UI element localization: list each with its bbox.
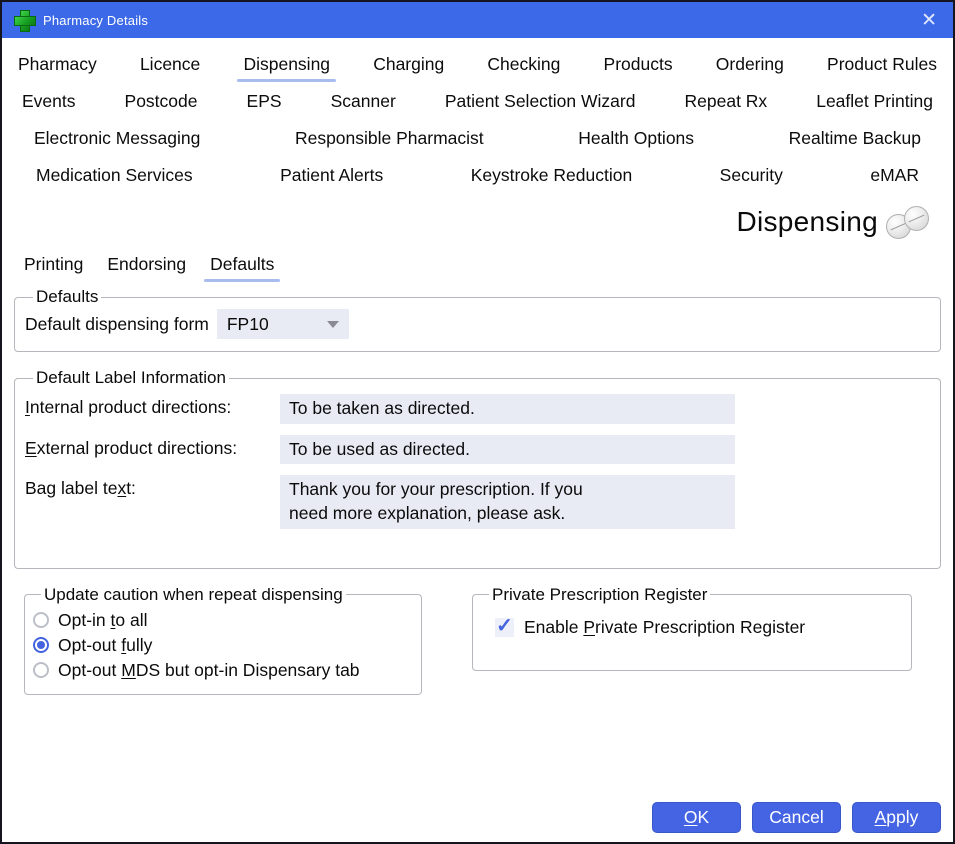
tab-dispensing[interactable]: Dispensing xyxy=(243,54,330,75)
tab-events[interactable]: Events xyxy=(22,91,76,112)
tab-emar[interactable]: eMAR xyxy=(870,165,919,186)
tab-licence[interactable]: Licence xyxy=(140,54,200,75)
radio-opt-in-to-all[interactable]: Opt-in to all xyxy=(33,610,413,631)
label-info-legend: Default Label Information xyxy=(33,368,229,388)
dispensing-form-label: Default dispensing form xyxy=(25,314,209,335)
dispensing-form-row: Default dispensing form FP10 xyxy=(25,309,930,339)
titlebar: Pharmacy Details ✕ xyxy=(2,2,953,38)
checkbox-label: Enable Private Prescription Register xyxy=(524,617,805,638)
sub-tabs: Printing Endorsing Defaults xyxy=(24,254,953,275)
radio-label: Opt-in to all xyxy=(58,610,148,631)
radio-button[interactable] xyxy=(33,662,49,678)
tab-realtime-backup[interactable]: Realtime Backup xyxy=(789,128,921,149)
check-icon: ✓ xyxy=(496,616,513,636)
page-title: Dispensing xyxy=(736,206,878,238)
tab-patient-selection-wizard[interactable]: Patient Selection Wizard xyxy=(445,91,636,112)
radio-opt-out-fully[interactable]: Opt-out fully xyxy=(33,635,413,656)
subtab-endorsing[interactable]: Endorsing xyxy=(107,254,186,275)
private-rx-groupbox: Private Prescription Register ✓ Enable P… xyxy=(472,585,912,671)
tab-row-4: Medication Services Patient Alerts Keyst… xyxy=(2,157,953,194)
tab-responsible-pharmacist[interactable]: Responsible Pharmacist xyxy=(295,128,484,149)
bag-label-label: Bag label text: xyxy=(25,475,280,499)
internal-directions-label: Internal product directions: xyxy=(25,394,280,418)
tab-row-3: Electronic Messaging Responsible Pharmac… xyxy=(2,120,953,157)
dispensing-form-dropdown[interactable]: FP10 xyxy=(217,309,349,339)
defaults-groupbox: Defaults Default dispensing form FP10 xyxy=(14,287,941,352)
defaults-legend: Defaults xyxy=(33,287,101,307)
close-icon[interactable]: ✕ xyxy=(917,11,941,30)
bag-label-row: Bag label text: Thank you for your presc… xyxy=(25,475,930,528)
subtab-defaults[interactable]: Defaults xyxy=(210,254,274,275)
tab-electronic-messaging[interactable]: Electronic Messaging xyxy=(34,128,200,149)
external-directions-label: External product directions: xyxy=(25,435,280,459)
tab-ordering[interactable]: Ordering xyxy=(716,54,784,75)
tab-row-1: Pharmacy Licence Dispensing Charging Che… xyxy=(2,46,953,83)
bottom-groups: Update caution when repeat dispensing Op… xyxy=(24,585,931,695)
tab-charging[interactable]: Charging xyxy=(373,54,444,75)
tab-repeat-rx[interactable]: Repeat Rx xyxy=(685,91,768,112)
ok-button[interactable]: OK xyxy=(652,802,741,833)
internal-directions-row: Internal product directions: To be taken… xyxy=(25,394,930,424)
pharmacy-details-dialog: Pharmacy Details ✕ Pharmacy Licence Disp… xyxy=(0,0,955,844)
tab-medication-services[interactable]: Medication Services xyxy=(36,165,193,186)
radio-button[interactable] xyxy=(33,612,49,628)
tab-products[interactable]: Products xyxy=(604,54,673,75)
subtab-printing[interactable]: Printing xyxy=(24,254,83,275)
tab-security[interactable]: Security xyxy=(720,165,783,186)
tab-patient-alerts[interactable]: Patient Alerts xyxy=(280,165,383,186)
checkbox[interactable]: ✓ xyxy=(495,618,514,637)
private-rx-legend: Private Prescription Register xyxy=(489,585,710,605)
tab-pharmacy[interactable]: Pharmacy xyxy=(18,54,97,75)
button-bar: OK Cancel Apply xyxy=(652,802,941,833)
tab-checking[interactable]: Checking xyxy=(487,54,560,75)
enable-private-rx-row[interactable]: ✓ Enable Private Prescription Register xyxy=(495,617,903,638)
internal-directions-input[interactable]: To be taken as directed. xyxy=(280,394,735,424)
dispensing-form-value: FP10 xyxy=(227,314,269,335)
external-directions-input[interactable]: To be used as directed. xyxy=(280,435,735,465)
page-heading: Dispensing xyxy=(2,206,929,238)
apply-button[interactable]: Apply xyxy=(852,802,941,833)
tab-eps[interactable]: EPS xyxy=(247,91,282,112)
chevron-down-icon xyxy=(327,321,339,328)
radio-label: Opt-out fully xyxy=(58,635,152,656)
main-tabs: Pharmacy Licence Dispensing Charging Che… xyxy=(2,38,953,194)
window-title: Pharmacy Details xyxy=(43,13,148,28)
external-directions-row: External product directions: To be used … xyxy=(25,435,930,465)
radio-opt-out-mds[interactable]: Opt-out MDS but opt-in Dispensary tab xyxy=(33,660,413,681)
bag-label-textarea[interactable]: Thank you for your prescription. If you … xyxy=(280,475,735,528)
pill-icon xyxy=(904,206,929,231)
tab-postcode[interactable]: Postcode xyxy=(125,91,198,112)
tab-row-2: Events Postcode EPS Scanner Patient Sele… xyxy=(2,83,953,120)
update-caution-groupbox: Update caution when repeat dispensing Op… xyxy=(24,585,422,695)
tab-product-rules[interactable]: Product Rules xyxy=(827,54,937,75)
update-caution-legend: Update caution when repeat dispensing xyxy=(41,585,346,605)
radio-button[interactable] xyxy=(33,637,49,653)
tab-leaflet-printing[interactable]: Leaflet Printing xyxy=(816,91,933,112)
green-cross-app-icon xyxy=(14,10,34,30)
cancel-button[interactable]: Cancel xyxy=(752,802,841,833)
radio-label: Opt-out MDS but opt-in Dispensary tab xyxy=(58,660,360,681)
pills-icon xyxy=(886,210,929,235)
tab-health-options[interactable]: Health Options xyxy=(578,128,694,149)
label-info-groupbox: Default Label Information Internal produ… xyxy=(14,368,941,569)
tab-keystroke-reduction[interactable]: Keystroke Reduction xyxy=(471,165,632,186)
tab-scanner[interactable]: Scanner xyxy=(331,91,396,112)
